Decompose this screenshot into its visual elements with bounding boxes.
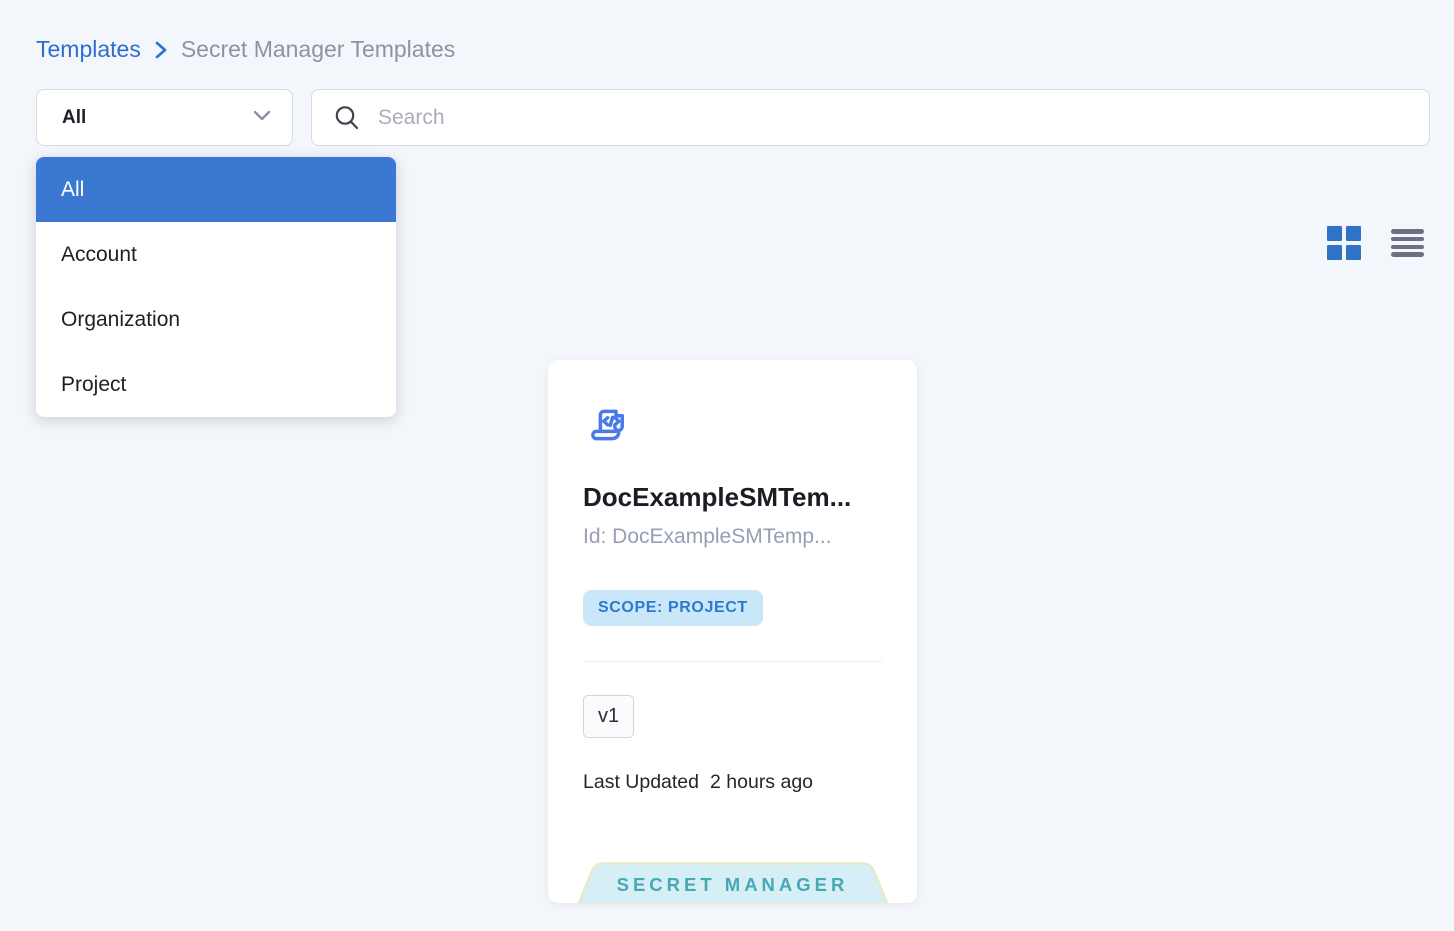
scope-badge: SCOPE: PROJECT xyxy=(583,590,763,626)
menu-item-project[interactable]: Project xyxy=(36,352,396,417)
template-card-id: Id: DocExampleSMTemp... xyxy=(583,525,897,549)
ribbon-label: SECRET MANAGER xyxy=(577,866,889,903)
search-icon xyxy=(332,103,362,133)
template-code-icon xyxy=(586,402,636,457)
breadcrumb-current: Secret Manager Templates xyxy=(181,36,455,63)
search-box xyxy=(311,89,1430,146)
template-card-title: DocExampleSMTem... xyxy=(583,482,897,513)
template-card[interactable]: DocExampleSMTem... Id: DocExampleSMTemp.… xyxy=(548,360,917,903)
breadcrumb-templates-link[interactable]: Templates xyxy=(36,36,141,63)
templates-page: Templates Secret Manager Templates All A… xyxy=(0,0,1454,931)
last-updated-label: Last Updated xyxy=(583,771,699,794)
search-input[interactable] xyxy=(378,106,1413,130)
breadcrumb: Templates Secret Manager Templates xyxy=(36,36,455,63)
card-type-ribbon: SECRET MANAGER xyxy=(577,860,889,903)
version-chip[interactable]: v1 xyxy=(583,695,634,738)
menu-item-organization[interactable]: Organization xyxy=(36,287,396,352)
card-divider xyxy=(583,661,882,662)
last-updated: Last Updated 2 hours ago xyxy=(583,771,813,794)
menu-item-account[interactable]: Account xyxy=(36,222,396,287)
scope-filter-select[interactable]: All xyxy=(36,89,293,146)
last-updated-value: 2 hours ago xyxy=(710,771,813,794)
scope-filter-value: All xyxy=(62,107,86,129)
menu-item-all[interactable]: All xyxy=(36,157,396,222)
chevron-down-icon xyxy=(252,108,272,127)
grid-view-icon[interactable] xyxy=(1327,226,1361,260)
list-view-icon[interactable] xyxy=(1391,228,1424,258)
view-toggles xyxy=(1327,226,1424,260)
scope-filter-menu: All Account Organization Project xyxy=(36,157,396,417)
chevron-right-icon xyxy=(153,40,169,60)
